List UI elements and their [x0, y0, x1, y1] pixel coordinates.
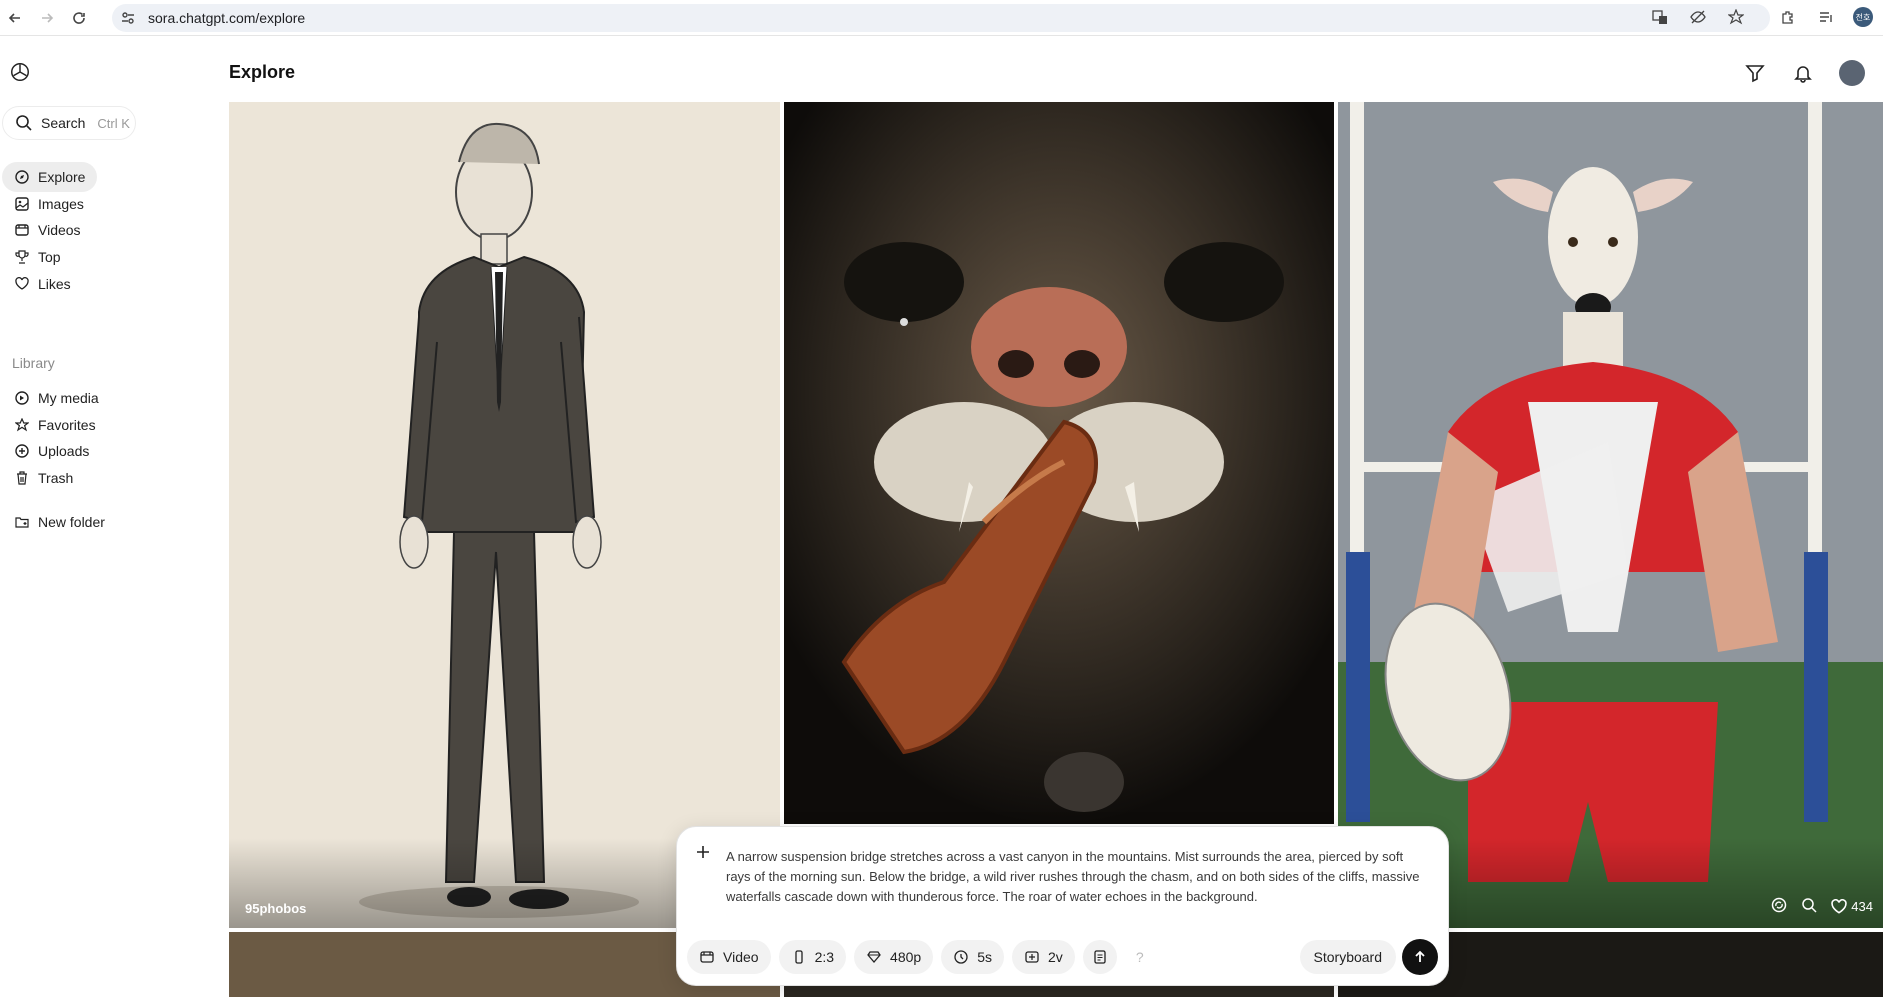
sidebar: Search Ctrl K Explore Images Videos Top …: [0, 37, 220, 997]
remix-icon[interactable]: [1771, 897, 1787, 916]
sidebar-item-label: Videos: [38, 222, 81, 238]
diamond-icon: [866, 949, 882, 965]
heart-icon: [14, 276, 30, 292]
sidebar-item-label: Trash: [38, 470, 74, 486]
trash-icon: [14, 470, 30, 486]
images-icon: [14, 196, 30, 212]
new-folder-label: New folder: [38, 514, 105, 530]
zoom-search-icon[interactable]: [1801, 897, 1817, 916]
compass-icon: [14, 169, 30, 185]
add-attachment-button[interactable]: [695, 843, 711, 866]
filter-icon[interactable]: [1743, 61, 1767, 85]
gallery-tile[interactable]: [784, 102, 1334, 824]
clock-icon: [953, 949, 969, 965]
header-actions: [1743, 60, 1865, 86]
sidebar-item-explore[interactable]: Explore: [2, 162, 98, 192]
new-folder-button[interactable]: New folder: [2, 507, 117, 537]
sidebar-item-videos[interactable]: Videos: [2, 215, 93, 245]
cat-sausage-image: [784, 102, 1334, 824]
upload-icon: [14, 443, 30, 459]
url-text[interactable]: sora.chatgpt.com/explore: [148, 10, 305, 26]
variations-value: 2v: [1047, 949, 1063, 965]
duration-selector[interactable]: 5s: [941, 940, 1004, 974]
extensions-icon[interactable]: [1777, 6, 1799, 28]
address-bar[interactable]: sora.chatgpt.com/explore: [112, 4, 1770, 32]
sketch-man-image: [229, 102, 780, 928]
sidebar-item-likes[interactable]: Likes: [2, 269, 83, 299]
greyhound-rugby-image: [1338, 102, 1883, 928]
aspect-value: 2:3: [814, 949, 835, 965]
type-value: Video: [723, 949, 759, 965]
media-icon: [14, 390, 30, 406]
tile-username[interactable]: 95phobos: [245, 901, 306, 916]
media-controls-icon[interactable]: [1815, 6, 1837, 28]
submit-button[interactable]: [1402, 939, 1438, 975]
prompt-composer: A narrow suspension bridge stretches acr…: [676, 826, 1449, 986]
eye-off-icon[interactable]: [1687, 6, 1709, 28]
browser-toolbar: sora.chatgpt.com/explore 전호: [0, 0, 1883, 36]
sidebar-item-label: Images: [38, 196, 84, 212]
aspect-ratio-selector[interactable]: 2:3: [778, 940, 847, 974]
help-button[interactable]: ?: [1125, 942, 1155, 972]
duration-value: 5s: [977, 949, 992, 965]
like-count: 434: [1851, 899, 1873, 914]
tile-actions: 434: [1771, 897, 1873, 916]
variations-selector[interactable]: 2v: [1011, 940, 1075, 974]
library-section-label: Library: [12, 355, 55, 371]
sidebar-item-top[interactable]: Top: [2, 242, 73, 272]
resolution-selector[interactable]: 480p: [854, 940, 934, 974]
portrait-icon: [791, 949, 807, 965]
variations-icon: [1024, 949, 1040, 965]
bookmark-star-icon[interactable]: [1725, 6, 1747, 28]
composer-toolbar: Video 2:3 480p 5s 2v ? Storyboard: [687, 939, 1438, 975]
sidebar-item-my-media[interactable]: My media: [2, 383, 111, 413]
bell-icon[interactable]: [1791, 61, 1815, 85]
presets-button[interactable]: [1082, 940, 1117, 974]
sidebar-item-label: My media: [38, 390, 99, 406]
sidebar-item-label: Likes: [38, 276, 71, 292]
sidebar-item-uploads[interactable]: Uploads: [2, 436, 101, 466]
search-label: Search: [41, 115, 86, 131]
sidebar-item-trash[interactable]: Trash: [2, 463, 85, 493]
reload-icon[interactable]: [68, 7, 90, 29]
site-info-icon[interactable]: [120, 10, 136, 26]
resolution-value: 480p: [890, 949, 922, 965]
page-title: Explore: [229, 62, 296, 82]
plus-icon: [697, 846, 709, 858]
sidebar-item-label: Favorites: [38, 417, 96, 433]
back-icon[interactable]: [4, 7, 26, 29]
arrow-up-icon: [1415, 950, 1425, 962]
user-avatar[interactable]: [1839, 60, 1865, 86]
storyboard-button[interactable]: Storyboard: [1299, 940, 1396, 974]
like-button[interactable]: 434: [1831, 898, 1873, 915]
search-shortcut: Ctrl K: [97, 115, 130, 131]
search-icon: [16, 115, 32, 131]
gallery-tile[interactable]: 95phobos: [229, 102, 780, 928]
translate-icon[interactable]: [1649, 6, 1671, 28]
openai-logo-icon[interactable]: [9, 61, 31, 83]
prompt-input[interactable]: A narrow suspension bridge stretches acr…: [726, 847, 1426, 907]
type-selector[interactable]: Video: [687, 940, 771, 974]
document-icon: [1092, 949, 1108, 965]
trophy-icon: [14, 249, 30, 265]
heart-icon: [1831, 898, 1848, 914]
gallery-tile[interactable]: 434: [1338, 102, 1883, 928]
star-icon: [14, 417, 30, 433]
folder-add-icon: [14, 514, 30, 530]
search-button[interactable]: Search Ctrl K: [2, 106, 136, 140]
sidebar-item-label: Uploads: [38, 443, 90, 459]
sidebar-item-label: Top: [38, 249, 61, 265]
videos-icon: [14, 222, 30, 238]
video-icon: [699, 949, 715, 965]
forward-icon[interactable]: [36, 7, 58, 29]
browser-profile-avatar[interactable]: 전호: [1853, 7, 1873, 27]
sidebar-item-label: Explore: [38, 169, 86, 185]
